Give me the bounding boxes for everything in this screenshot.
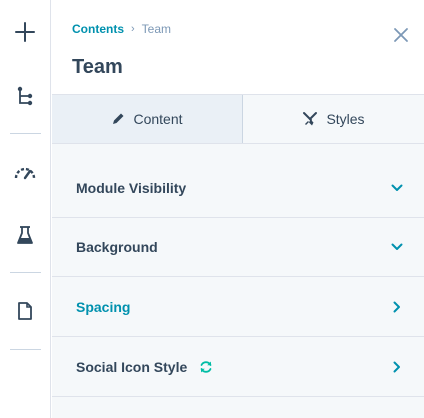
breadcrumb: Contents › Team <box>72 22 171 36</box>
structure-button[interactable] <box>0 78 50 114</box>
flask-icon <box>17 226 33 244</box>
test-button[interactable] <box>0 217 50 253</box>
tab-bar: Content Styles <box>52 95 424 144</box>
close-button[interactable] <box>392 26 410 44</box>
section-social-icon-style[interactable]: Social Icon Style <box>52 338 424 397</box>
chevron-right-icon <box>390 300 404 314</box>
brush-icon <box>303 112 318 126</box>
close-icon <box>394 28 408 42</box>
rail-divider <box>10 133 41 134</box>
add-icon <box>15 22 35 42</box>
tab-content-label: Content <box>133 111 183 127</box>
module-editor-panel: Contents › Team Team Content Styles Modu… <box>52 0 424 418</box>
breadcrumb-current: Team <box>141 22 172 36</box>
sync-icon <box>199 360 213 374</box>
section-label: Spacing <box>76 299 131 315</box>
tab-content[interactable]: Content <box>52 95 243 143</box>
section-label: Module Visibility <box>76 180 187 196</box>
page-settings-button[interactable] <box>0 293 50 329</box>
tree-icon <box>17 86 33 106</box>
section-module-visibility[interactable]: Module Visibility <box>52 159 424 218</box>
performance-button[interactable] <box>0 154 50 190</box>
section-background[interactable]: Background <box>52 218 424 277</box>
add-button[interactable] <box>0 14 50 50</box>
panel-header: Contents › Team Team <box>52 0 424 95</box>
breadcrumb-contents-link[interactable]: Contents <box>72 22 124 36</box>
tab-styles-label: Styles <box>326 111 365 127</box>
section-label: Background <box>76 239 158 255</box>
page-icon <box>18 302 32 320</box>
rail-divider <box>10 349 41 350</box>
gauge-icon <box>14 167 36 180</box>
chevron-down-icon <box>390 181 404 195</box>
page-title: Team <box>72 56 123 78</box>
chevron-right-icon <box>390 360 404 374</box>
tab-styles[interactable]: Styles <box>243 95 424 143</box>
chevron-down-icon <box>390 240 404 254</box>
section-label: Social Icon Style <box>76 359 188 375</box>
breadcrumb-separator: › <box>131 23 135 35</box>
section-spacing[interactable]: Spacing <box>52 278 424 337</box>
rail-divider <box>10 272 41 273</box>
left-rail <box>0 0 51 418</box>
pencil-icon <box>113 113 124 124</box>
